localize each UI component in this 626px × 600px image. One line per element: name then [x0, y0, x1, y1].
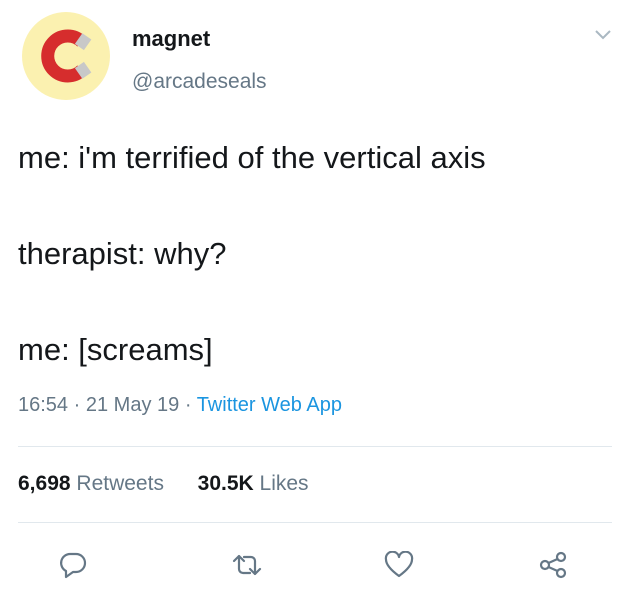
tweet-card: magnet @arcadeseals me: i'm terrified of…	[0, 0, 626, 600]
retweets-count: 6,698	[18, 472, 71, 495]
divider	[18, 522, 612, 523]
user-handle[interactable]: @arcadeseals	[132, 70, 267, 94]
tweet-time[interactable]: 16:54	[18, 394, 68, 416]
divider	[18, 446, 612, 447]
share-icon	[539, 551, 567, 579]
tweet-source[interactable]: Twitter Web App	[197, 394, 342, 416]
meta-separator: ·	[184, 394, 192, 416]
magnet-icon	[41, 29, 92, 83]
tweet-meta: 16:54 · 21 May 19 · Twitter Web App	[18, 394, 342, 417]
meta-separator: ·	[73, 394, 81, 416]
retweet-icon	[232, 554, 262, 576]
retweets-stat[interactable]: 6,698 Retweets	[18, 472, 170, 495]
likes-count: 30.5K	[197, 472, 254, 495]
likes-stat[interactable]: 30.5K Likes	[198, 472, 309, 495]
share-button[interactable]	[536, 550, 570, 580]
heart-icon	[384, 551, 414, 578]
retweet-button[interactable]	[230, 550, 264, 580]
tweet-line: me: [screams]	[18, 332, 213, 367]
retweets-label: Retweets	[76, 472, 164, 495]
avatar[interactable]	[22, 12, 110, 100]
likes-label: Likes	[259, 472, 309, 495]
reply-button[interactable]	[56, 550, 90, 580]
like-button[interactable]	[382, 550, 416, 580]
tweet-stats: 6,698 Retweets 30.5K Likes	[18, 472, 309, 496]
tweet-line: me: i'm terrified of the vertical axis	[18, 140, 486, 175]
display-name[interactable]: magnet	[132, 26, 210, 52]
chevron-down-icon[interactable]	[594, 28, 612, 42]
tweet-date[interactable]: 21 May 19	[86, 394, 179, 416]
reply-icon	[60, 552, 87, 579]
tweet-line: therapist: why?	[18, 236, 227, 271]
